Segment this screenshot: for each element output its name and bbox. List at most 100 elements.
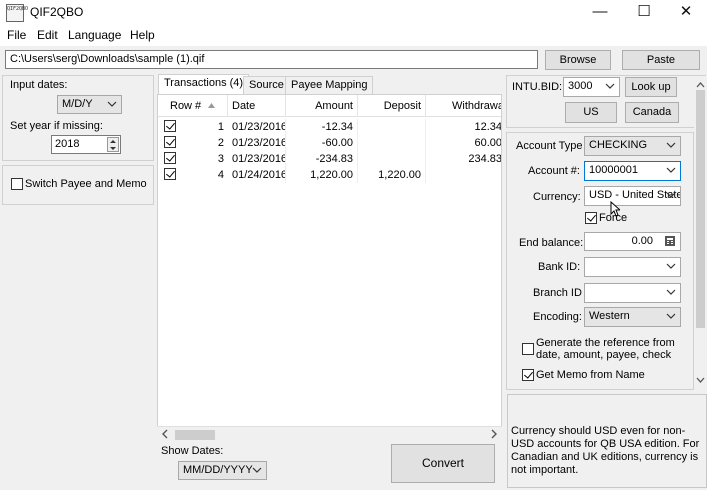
chevron-down-icon bbox=[605, 81, 615, 91]
chevron-down-icon bbox=[666, 311, 676, 321]
us-button[interactable]: US bbox=[565, 102, 617, 123]
row-amount: -60.00 bbox=[286, 135, 358, 151]
tab-transactions[interactable]: Transactions (4) bbox=[158, 74, 250, 95]
menu-bar: File Edit Language Help bbox=[0, 26, 707, 46]
account-type-value: CHECKING bbox=[589, 139, 648, 151]
row-amount: -12.34 bbox=[286, 119, 358, 135]
account-num-input[interactable]: 10000001 bbox=[584, 161, 681, 181]
menu-help[interactable]: Help bbox=[130, 28, 155, 42]
row-checkbox[interactable] bbox=[164, 168, 176, 180]
switch-payee-memo-label: Switch Payee and Memo bbox=[25, 178, 147, 190]
col-amount[interactable]: Amount bbox=[286, 95, 358, 117]
branch-id-label: Branch ID bbox=[533, 287, 582, 299]
row-date: 01/23/2016 bbox=[228, 119, 286, 135]
show-dates-label: Show Dates: bbox=[161, 445, 224, 457]
account-num-label: Account #: bbox=[528, 165, 580, 177]
col-date[interactable]: Date bbox=[228, 95, 286, 117]
year-spinner[interactable]: 2018 bbox=[51, 135, 121, 154]
force-checkbox[interactable] bbox=[585, 212, 597, 224]
row-deposit bbox=[358, 135, 426, 151]
row-checkbox[interactable] bbox=[164, 136, 176, 148]
scroll-right-icon[interactable] bbox=[490, 429, 498, 442]
row-deposit: 1,220.00 bbox=[358, 167, 426, 183]
account-type-select[interactable]: CHECKING bbox=[584, 136, 681, 156]
intu-bid-label: INTU.BID: bbox=[512, 81, 563, 93]
bank-id-select[interactable] bbox=[584, 257, 681, 277]
end-balance-input[interactable]: 0.00 bbox=[584, 232, 681, 251]
switch-payee-memo-checkbox[interactable] bbox=[11, 178, 23, 190]
row-num: 1 bbox=[217, 121, 224, 133]
col-withdrawal[interactable]: Withdrawal bbox=[426, 95, 501, 117]
table-row[interactable]: 3 01/23/2016 -234.83 234.83 bbox=[158, 151, 501, 167]
canada-button[interactable]: Canada bbox=[625, 102, 679, 123]
bank-id-label: Bank ID: bbox=[538, 261, 581, 273]
input-dates-select[interactable]: M/D/Y bbox=[57, 95, 122, 114]
currency-label: Currency: bbox=[533, 191, 581, 203]
scroll-thumb[interactable] bbox=[175, 430, 215, 440]
row-num: 2 bbox=[217, 137, 224, 149]
input-dates-value: M/D/Y bbox=[62, 98, 93, 110]
grid-horizontal-scrollbar[interactable] bbox=[157, 426, 502, 442]
calculator-icon[interactable] bbox=[664, 235, 676, 250]
close-button[interactable]: ✕ bbox=[664, 0, 707, 26]
convert-button[interactable]: Convert bbox=[391, 444, 495, 483]
table-row[interactable]: 1 01/23/2016 -12.34 12.34 bbox=[158, 119, 501, 135]
chevron-down-icon bbox=[252, 465, 262, 475]
file-path-input[interactable]: C:\Users\serg\Downloads\sample (1).qif bbox=[5, 50, 538, 69]
window-title: QIF2QBO bbox=[30, 5, 84, 19]
currency-note: Currency should USD even for non-USD acc… bbox=[507, 394, 707, 488]
scroll-down-icon[interactable] bbox=[696, 375, 705, 387]
col-row-num[interactable]: Row # bbox=[158, 95, 228, 117]
menu-edit[interactable]: Edit bbox=[37, 28, 58, 42]
menu-file[interactable]: File bbox=[7, 28, 26, 42]
year-value: 2018 bbox=[55, 138, 80, 150]
chevron-down-icon bbox=[666, 261, 676, 271]
menu-language[interactable]: Language bbox=[68, 28, 121, 42]
row-deposit bbox=[358, 119, 426, 135]
generate-reference-checkbox[interactable] bbox=[522, 343, 534, 355]
lookup-button[interactable]: Look up bbox=[625, 77, 677, 97]
row-checkbox[interactable] bbox=[164, 120, 176, 132]
col-deposit[interactable]: Deposit bbox=[358, 95, 426, 117]
branch-id-select[interactable] bbox=[584, 283, 681, 303]
account-panel-scrollbar[interactable] bbox=[694, 76, 707, 390]
paste-button[interactable]: Paste bbox=[622, 50, 700, 70]
table-row[interactable]: 4 01/24/2016 1,220.00 1,220.00 bbox=[158, 167, 501, 183]
row-num: 4 bbox=[217, 169, 224, 181]
row-amount: 1,220.00 bbox=[286, 167, 358, 183]
account-num-value: 10000001 bbox=[589, 164, 638, 176]
set-year-label: Set year if missing: bbox=[10, 120, 103, 132]
scroll-left-icon[interactable] bbox=[161, 429, 169, 442]
maximize-button[interactable]: ☐ bbox=[622, 0, 666, 26]
show-dates-value: MM/DD/YYYY bbox=[183, 464, 253, 476]
transactions-grid: Row # Date Amount Deposit Withdrawal 1 0… bbox=[157, 94, 502, 442]
get-memo-checkbox[interactable] bbox=[522, 369, 534, 381]
tab-payee-mapping[interactable]: Payee Mapping bbox=[285, 76, 374, 94]
title-bar: QIF2QBO QIF2QBO — ☐ ✕ bbox=[0, 0, 707, 26]
minimize-button[interactable]: — bbox=[578, 0, 622, 26]
encoding-select[interactable]: Western bbox=[584, 307, 681, 327]
encoding-label: Encoding: bbox=[533, 311, 582, 323]
table-row[interactable]: 2 01/23/2016 -60.00 60.00 bbox=[158, 135, 501, 151]
row-num: 3 bbox=[217, 153, 224, 165]
intu-bid-select[interactable]: 3000 bbox=[563, 77, 620, 97]
row-withdrawal: 234.83 bbox=[426, 151, 501, 167]
browse-button[interactable]: Browse bbox=[545, 50, 611, 70]
app-icon-label: QIF2QBO bbox=[7, 6, 29, 12]
encoding-value: Western bbox=[589, 310, 630, 322]
row-deposit bbox=[358, 151, 426, 167]
col-row-num-label: Row # bbox=[170, 100, 202, 112]
row-date: 01/23/2016 bbox=[228, 151, 286, 167]
scroll-thumb[interactable] bbox=[696, 90, 705, 328]
show-dates-select[interactable]: MM/DD/YYYY bbox=[178, 461, 267, 480]
account-type-label: Account Type bbox=[516, 140, 583, 152]
row-checkbox[interactable] bbox=[164, 152, 176, 164]
row-withdrawal: 12.34 bbox=[426, 119, 501, 135]
row-withdrawal bbox=[426, 167, 501, 183]
tab-source[interactable]: Source bbox=[243, 76, 290, 94]
currency-select[interactable]: USD - United States Dollar bbox=[584, 186, 681, 206]
intu-bid-value: 3000 bbox=[568, 80, 593, 92]
spin-arrows-icon[interactable] bbox=[107, 137, 119, 152]
input-dates-label: Input dates: bbox=[10, 79, 68, 91]
chevron-down-icon bbox=[666, 165, 676, 175]
